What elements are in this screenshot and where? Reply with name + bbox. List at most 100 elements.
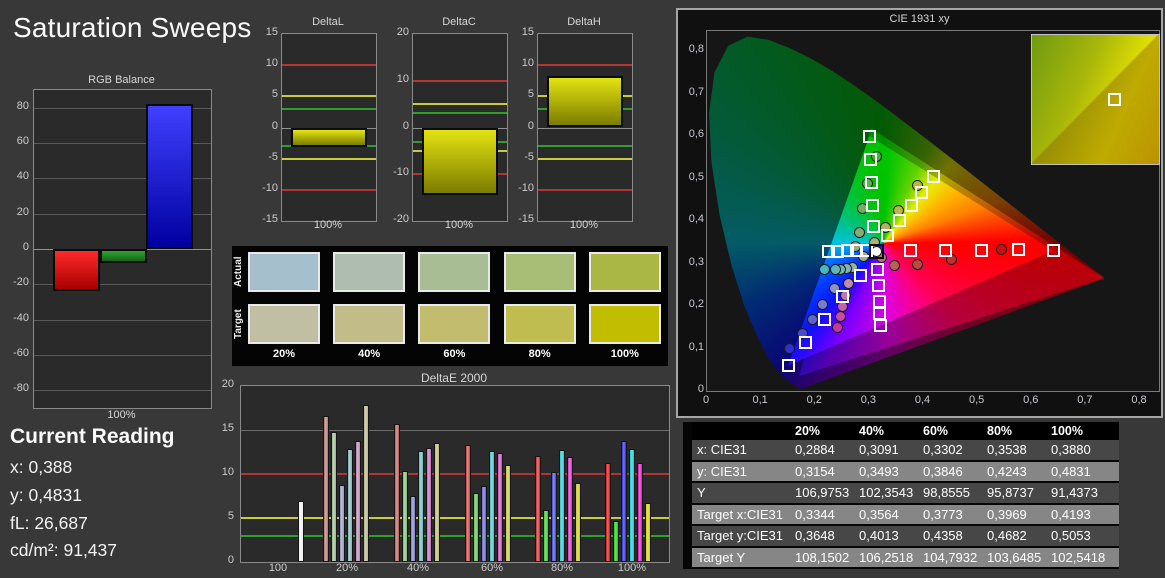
rgb-tick-label: -80: [13, 382, 29, 395]
deltae-bar: [629, 449, 635, 562]
limit-line-yellow: [282, 157, 376, 160]
measured-point: [911, 259, 923, 271]
rgb-tick-label: -40: [13, 311, 29, 324]
swatch-col-label: 80%: [528, 348, 551, 360]
delta-zero-line: [538, 127, 632, 129]
cie-y-tick: 0,5: [688, 170, 704, 183]
cie-x-tick: 0,2: [806, 394, 822, 406]
cie-y-tick: 0,1: [688, 340, 704, 353]
table-row-strip: [683, 526, 692, 546]
deltae-tick-label: 5: [227, 510, 234, 522]
deltae-bar: [535, 456, 541, 562]
limit-line-red: [282, 188, 376, 191]
delta-tick-label: 20: [396, 26, 409, 38]
target-square: [915, 185, 929, 199]
limit-line-yellow: [282, 95, 376, 98]
swatch-actual: [418, 252, 491, 292]
delta-chart-x-label: 100%: [569, 219, 599, 231]
table-row: Target Y 108,1502 106,2518 104,7932 103,6485…: [683, 547, 1119, 569]
swatch-comparison-panel: Actual Target 20% 40% 60% 80% 100%: [232, 246, 668, 366]
swatch-target: [248, 304, 320, 344]
deltae-bar: [543, 510, 549, 562]
delta-tick-label: 15: [265, 26, 278, 38]
deltae-bar: [347, 449, 353, 562]
rgb-gridline: [34, 390, 211, 392]
deltae-tick-label: 10: [221, 466, 234, 478]
delta-chart-plot: [281, 33, 377, 222]
cie-x-tick: 0,3: [860, 394, 877, 406]
table-cell: 98,8555: [923, 485, 970, 501]
delta-tick-label: 5: [527, 88, 534, 101]
target-square: [939, 244, 953, 258]
table-cell: 0,3538: [987, 442, 1027, 458]
limit-line-red: [538, 64, 632, 67]
delta-tick-label: 0: [402, 119, 409, 132]
table-cell: 0,4682: [987, 528, 1027, 544]
deltae-bar: [637, 462, 643, 562]
table-row-label: Y: [697, 485, 706, 501]
table-row: x: CIE31 0,2884 0,3091 0,3302 0,3538 0,3880: [683, 440, 1119, 462]
limit-line-red: [282, 64, 376, 67]
target-square: [866, 220, 880, 234]
deltae-chart: [240, 385, 670, 563]
table-cell: 102,5418: [1051, 549, 1106, 565]
cie-x-tick: 0,1: [752, 394, 768, 406]
swatch-col-label: 60%: [443, 348, 466, 360]
table-cell: 104,7932: [923, 549, 978, 565]
measured-point: [783, 343, 795, 354]
swatch-row-label-target: Target: [233, 309, 244, 339]
limit-line-red: [413, 79, 507, 82]
swatch-target: [503, 304, 576, 344]
swatch-col-label: 20%: [272, 348, 296, 360]
deltae-bar: [497, 452, 503, 562]
table-cell: 0,3302: [923, 442, 963, 458]
deltae-group-label: 60%: [480, 562, 504, 574]
limit-line-red: [538, 188, 632, 191]
delta-tick-label: -10: [518, 181, 534, 194]
deltae-bar: [605, 463, 611, 562]
swatch-actual: [503, 252, 576, 292]
page-title: Saturation Sweeps: [13, 12, 252, 43]
measured-point: [829, 263, 841, 275]
delta-tick-label: 10: [396, 72, 409, 85]
limit-line-green: [413, 112, 507, 115]
table-cell: 106,9753: [795, 485, 850, 501]
table-header-cell: 60%: [923, 424, 949, 438]
current-reading-fl: fL: 26,687: [10, 513, 88, 533]
delta-chart-x-label: 100%: [444, 219, 474, 231]
cie-y-tick: 0,8: [688, 43, 704, 55]
deltae-tick-label: 20: [221, 378, 234, 390]
cie-y-tick: 0,2: [688, 298, 704, 310]
deltae-bar: [489, 451, 495, 562]
deltae-title: DeltaE 2000: [420, 371, 488, 385]
table-row: Y 106,9753 102,3543 98,8555 95,8737 91,4373: [683, 483, 1119, 505]
table-header-cell: 20%: [795, 424, 821, 438]
table-header-cell: 80%: [987, 424, 1013, 438]
rgb-tick-label: 60: [16, 135, 29, 147]
delta-tick-label: 10: [265, 57, 278, 70]
delta-chart-deltah: DeltaH 15 10 5 0 -5 -10 -15 100%: [514, 16, 636, 231]
target-square: [781, 359, 795, 372]
delta-chart-title: DeltaC: [442, 16, 476, 28]
deltae-bar: [559, 450, 565, 562]
delta-bar: [291, 127, 367, 148]
current-reading-title: Current Reading: [10, 425, 175, 448]
deltae-tick-label: 15: [221, 422, 234, 434]
measured-point: [806, 314, 818, 326]
deltae-bar: [418, 451, 424, 562]
table-row-strip: [683, 461, 692, 481]
rgb-balance-x-label: 100%: [107, 409, 136, 421]
deltae-group-label: 20%: [335, 562, 359, 574]
rgb-bar-blue: [146, 104, 193, 249]
deltae-bar: [323, 415, 329, 562]
target-square: [817, 313, 831, 327]
target-square: [865, 198, 879, 212]
table-cell: 91,4373: [1051, 485, 1098, 501]
rgb-balance-title: RGB Balance: [88, 74, 155, 86]
target-square: [872, 294, 886, 308]
table-row: y: CIE31 0,3154 0,3493 0,3846 0,4243 0,4831: [683, 461, 1119, 483]
deltae-bar: [339, 484, 345, 562]
delta-tick-label: -5: [524, 150, 534, 163]
cie-x-tick: 0,7: [1077, 394, 1093, 406]
white-point-marker: [868, 243, 884, 259]
